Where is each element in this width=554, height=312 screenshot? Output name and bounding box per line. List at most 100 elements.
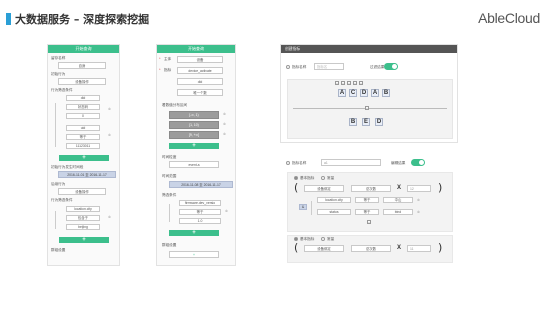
filter-field[interactable]: location.city — [317, 197, 351, 203]
distribution-label: 看数值分布区间 — [162, 103, 188, 107]
filter-bracket — [169, 204, 170, 222]
range-item[interactable]: [9, +∞] — [169, 131, 219, 139]
filter-op[interactable]: 等于 — [355, 197, 379, 203]
drag-icon[interactable]: + — [347, 81, 351, 85]
formula-token[interactable]: B — [382, 89, 390, 97]
filter-value-1[interactable]: 0 — [66, 113, 100, 119]
metric-query-panel: 开始查询 * 主体 设备 * 指标 device_activate did 唯一… — [156, 44, 236, 266]
time-range-picker[interactable]: 2016-11-08 至 2016-11-17 — [169, 181, 233, 188]
followup-filter-label: 行为筛选条件 — [51, 198, 73, 202]
filter-op-1[interactable]: 状态码 — [66, 104, 100, 110]
add-filter-button[interactable]: + — [59, 155, 109, 161]
drag-icon[interactable]: + — [359, 81, 363, 85]
multiplier-input[interactable]: 12 — [407, 185, 431, 192]
filter-op[interactable]: 等于 — [179, 209, 221, 215]
filter-field[interactable]: status — [317, 209, 351, 215]
followup-behavior-select[interactable]: 设备操作 — [58, 188, 106, 195]
aggregation-select[interactable]: 总次数 — [351, 185, 391, 192]
start-query-button[interactable]: 开始查询 — [48, 45, 119, 53]
remove-range-icon[interactable]: ⊗ — [223, 112, 226, 116]
time-grain-select[interactable]: event.a — [169, 161, 219, 168]
drag-icon[interactable]: + — [365, 106, 369, 110]
range-item[interactable]: [1, 10) — [169, 121, 219, 129]
formula-token[interactable]: A — [371, 89, 379, 97]
remove-filter-icon[interactable]: ⊗ — [417, 198, 420, 202]
event-select[interactable]: 设备绑定 — [304, 185, 344, 192]
remove-filter-icon[interactable]: ⊗ — [417, 210, 420, 214]
formula-token[interactable]: E — [362, 118, 370, 126]
close-paren-icon: ) — [438, 181, 443, 194]
filter-toggle[interactable] — [384, 63, 398, 70]
fraction-line — [293, 108, 447, 109]
remove-range-icon[interactable]: ⊗ — [223, 132, 226, 136]
metric-name-label: 指标名称 — [292, 65, 307, 69]
range-item[interactable]: [-∞, 1) — [169, 111, 219, 119]
remove-filter-icon[interactable]: ⊗ — [108, 107, 111, 111]
panel-header: 创建指标 — [281, 45, 457, 53]
remove-filter-icon[interactable]: ⊗ — [225, 209, 228, 213]
followup-filter-field[interactable]: location.city — [66, 206, 100, 212]
basic-metric-radio[interactable] — [294, 176, 298, 180]
filter-toggle-label: 过滤结果 — [370, 65, 385, 69]
followup-filter-op[interactable]: 包含于 — [66, 215, 100, 221]
filter-value[interactable]: 1.0 — [179, 218, 221, 224]
constant-radio[interactable] — [321, 237, 325, 241]
start-query-button[interactable]: 开始查询 — [157, 45, 235, 53]
drag-icon[interactable]: + — [341, 81, 345, 85]
retention-name-select[interactable]: 自身 — [58, 62, 106, 69]
formula-token[interactable]: C — [349, 89, 357, 97]
create-metric-panel: 创建指标 指标名称 指标名 过滤结果 + + + + + A C D A B +… — [280, 44, 458, 143]
metric-select[interactable]: device_activate — [177, 67, 223, 74]
filter-value[interactable]: 中山 — [383, 197, 413, 203]
event-select[interactable]: 设备绑定 — [304, 245, 344, 252]
add-group-button[interactable]: + — [169, 251, 219, 258]
edit-toggle[interactable] — [411, 159, 425, 166]
open-paren-icon: ( — [294, 181, 299, 194]
drag-icon[interactable]: + — [353, 81, 357, 85]
page-title: 大数据服务 – 深度探索挖掘 — [15, 13, 150, 26]
formula-canvas[interactable] — [287, 79, 453, 139]
formula-token[interactable]: A — [338, 89, 346, 97]
filter-op-2[interactable]: 等于 — [66, 134, 100, 140]
filter-op[interactable]: 等于 — [355, 209, 379, 215]
formula-token[interactable]: D — [360, 89, 368, 97]
filter-value-2[interactable]: 11123011 — [66, 143, 100, 149]
time-range-label: 时间范围 — [162, 174, 177, 178]
metric-name-input[interactable]: 指标名 — [314, 63, 344, 70]
metric-agg-select[interactable]: 唯一个数 — [177, 89, 223, 96]
filter-value[interactable]: bind — [383, 209, 413, 215]
formula-token[interactable]: D — [375, 118, 383, 126]
metric-name-input[interactable]: a1 — [321, 159, 381, 166]
filter-label: 行为筛选条件 — [51, 88, 73, 92]
remove-filter-icon[interactable]: ⊗ — [108, 133, 111, 137]
constant-label: 常量 — [327, 176, 335, 180]
subject-select[interactable]: 设备 — [177, 56, 223, 63]
group-settings-label: 群组设置 — [162, 243, 177, 247]
filter-field[interactable]: firmware.dev_versio — [179, 200, 221, 206]
filter-field-2[interactable]: uid — [66, 125, 100, 131]
multiplier-input[interactable]: 11 — [407, 245, 431, 252]
constant-radio[interactable] — [321, 176, 325, 180]
add-range-button[interactable]: + — [169, 143, 219, 149]
group-settings-label: 群组设置 — [51, 248, 66, 252]
metric-radio[interactable] — [286, 65, 290, 69]
remove-filter-icon[interactable]: ⊗ — [108, 215, 111, 219]
formula-token[interactable]: B — [349, 118, 357, 126]
retention-name-label: 留存名称 — [51, 56, 66, 60]
metric-radio[interactable] — [286, 161, 290, 165]
add-filter-button[interactable]: + — [169, 230, 219, 236]
followup-behavior-label: 后续行为 — [51, 182, 66, 186]
add-filter-icon[interactable]: + — [367, 220, 371, 224]
followup-filter-value[interactable]: beijing — [66, 224, 100, 230]
filter-field-1[interactable]: did — [66, 95, 100, 101]
metric-field-select[interactable]: did — [177, 78, 223, 85]
ablecloud-logo: AbleCloud — [478, 10, 540, 26]
and-badge[interactable]: & — [299, 204, 307, 210]
initial-behavior-select[interactable]: 设备操作 — [58, 78, 106, 85]
remove-range-icon[interactable]: ⊗ — [223, 122, 226, 126]
time-range-picker[interactable]: 2016-11-01 至 2016-11-17 — [58, 171, 116, 178]
drag-icon[interactable]: + — [335, 81, 339, 85]
filter-bracket — [55, 103, 56, 147]
add-followup-filter-button[interactable]: + — [59, 237, 109, 243]
aggregation-select[interactable]: 总次数 — [351, 245, 391, 252]
